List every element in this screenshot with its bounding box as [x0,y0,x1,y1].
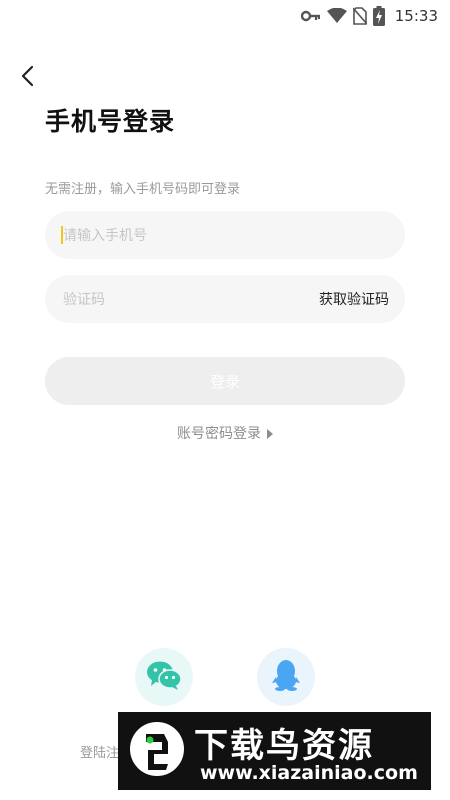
status-icons: 15:33 [300,5,438,27]
watermark-url: www.xiazainiao.com [200,762,418,784]
chevron-left-icon [20,65,36,91]
no-sim-icon [352,7,367,25]
phone-field[interactable] [45,211,405,261]
page-title: 手机号登录 [45,107,176,136]
wechat-login-button[interactable] [135,648,193,706]
battery-charging-icon [372,6,385,26]
watermark-banner: 下载鸟资源 www.xiazainiao.com [118,712,431,790]
get-code-button[interactable]: 获取验证码 [319,289,389,309]
wifi-icon [326,8,347,24]
watermark-title: 下载鸟资源 [194,726,374,766]
status-time: 15:33 [394,7,438,25]
caret-right-icon [267,424,273,443]
agreement-text: 登陆注 [80,746,120,761]
status-bar: 15:33 [0,0,450,32]
bird-logo-icon [128,720,186,778]
wechat-icon [146,660,182,694]
qq-penguin-icon [272,659,300,695]
login-button[interactable]: 登录 [45,357,405,405]
back-button[interactable] [12,62,44,94]
vpn-key-icon [300,10,321,22]
phone-input[interactable] [61,211,295,261]
password-login-link[interactable]: 账号密码登录 [0,423,450,443]
verification-code-field[interactable]: 获取验证码 [45,275,405,325]
login-hint: 无需注册，输入手机号码即可登录 [45,182,241,197]
password-login-label: 账号密码登录 [177,426,261,442]
qq-login-button[interactable] [257,648,315,706]
verification-code-input[interactable] [61,275,295,325]
